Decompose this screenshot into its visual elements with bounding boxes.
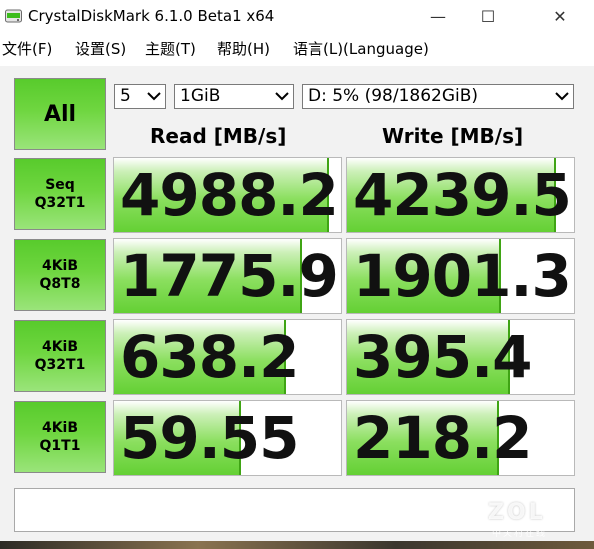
- read-value: 1775.9: [120, 242, 339, 310]
- test-button-line1: 4KiB: [41, 420, 79, 436]
- drive-select-value: D: 5% (98/1862GiB): [308, 86, 479, 106]
- close-button[interactable]: ✕: [538, 0, 582, 32]
- read-result-4kib-q32t1: 638.2: [113, 319, 342, 395]
- app-disk-icon: [5, 9, 22, 23]
- drive-select[interactable]: D: 5% (98/1862GiB): [302, 84, 574, 109]
- chevron-down-icon: [147, 92, 161, 101]
- size-select[interactable]: 1GiB: [174, 84, 294, 109]
- test-button-seq-q32t1[interactable]: Seq Q32T1: [14, 158, 106, 230]
- write-value: 1901.3: [353, 242, 572, 310]
- window-title: CrystalDiskMark 6.1.0 Beta1 x64: [28, 7, 275, 25]
- close-icon: ✕: [553, 6, 567, 26]
- write-result-seq-q32t1: 4239.5: [346, 157, 575, 233]
- menu-bar: 文件(F) 设置(S) 主题(T) 帮助(H) 语言(L)(Language): [0, 36, 594, 64]
- read-result-seq-q32t1: 4988.2: [113, 157, 342, 233]
- watermark-subtext: 中关村在线: [492, 529, 548, 539]
- maximize-icon: ☐: [480, 6, 496, 26]
- menu-help[interactable]: 帮助(H): [217, 39, 270, 59]
- watermark-text: ZOL: [488, 500, 546, 525]
- read-value: 4988.2: [120, 161, 339, 229]
- write-value: 4239.5: [353, 161, 572, 229]
- menu-settings[interactable]: 设置(S): [75, 39, 126, 59]
- read-header: Read [MB/s]: [150, 124, 287, 148]
- write-value: 218.2: [353, 404, 532, 472]
- chevron-down-icon: [555, 92, 569, 101]
- test-button-line2: Q1T1: [39, 438, 81, 454]
- write-value: 395.4: [353, 323, 532, 391]
- all-button[interactable]: All: [14, 78, 106, 150]
- test-button-line1: 4KiB: [41, 339, 79, 355]
- test-button-4kib-q1t1[interactable]: 4KiB Q1T1: [14, 401, 106, 473]
- maximize-button[interactable]: ☐: [466, 0, 510, 32]
- read-result-4kib-q1t1: 59.55: [113, 400, 342, 476]
- chevron-down-icon: [275, 92, 289, 101]
- minimize-icon: —: [430, 6, 446, 26]
- test-button-4kib-q32t1[interactable]: 4KiB Q32T1: [14, 320, 106, 392]
- read-value: 638.2: [120, 323, 299, 391]
- desktop-background-strip: [0, 541, 594, 549]
- test-button-line2: Q32T1: [34, 195, 86, 211]
- read-result-4kib-q8t8: 1775.9: [113, 238, 342, 314]
- test-button-line1: 4KiB: [41, 258, 79, 274]
- menu-theme[interactable]: 主题(T): [145, 39, 196, 59]
- write-result-4kib-q8t8: 1901.3: [346, 238, 575, 314]
- write-header: Write [MB/s]: [382, 124, 524, 148]
- zol-watermark-subtitle: 中关村在线: [492, 526, 547, 539]
- minimize-button[interactable]: —: [416, 0, 460, 32]
- zol-watermark-logo: ZOL: [488, 500, 546, 525]
- all-button-label: All: [43, 101, 77, 127]
- read-value: 59.55: [120, 404, 299, 472]
- test-button-line2: Q8T8: [39, 276, 81, 292]
- test-button-line1: Seq: [45, 177, 75, 193]
- count-select-value: 5: [120, 86, 131, 106]
- menu-language[interactable]: 语言(L)(Language): [293, 39, 429, 59]
- test-button-4kib-q8t8[interactable]: 4KiB Q8T8: [14, 239, 106, 311]
- menu-file[interactable]: 文件(F): [2, 39, 52, 59]
- write-result-4kib-q32t1: 395.4: [346, 319, 575, 395]
- test-button-line2: Q32T1: [34, 357, 86, 373]
- count-select[interactable]: 5: [114, 84, 166, 109]
- size-select-value: 1GiB: [180, 86, 221, 106]
- title-bar[interactable]: CrystalDiskMark 6.1.0 Beta1 x64 — ☐ ✕: [0, 0, 594, 34]
- write-result-4kib-q1t1: 218.2: [346, 400, 575, 476]
